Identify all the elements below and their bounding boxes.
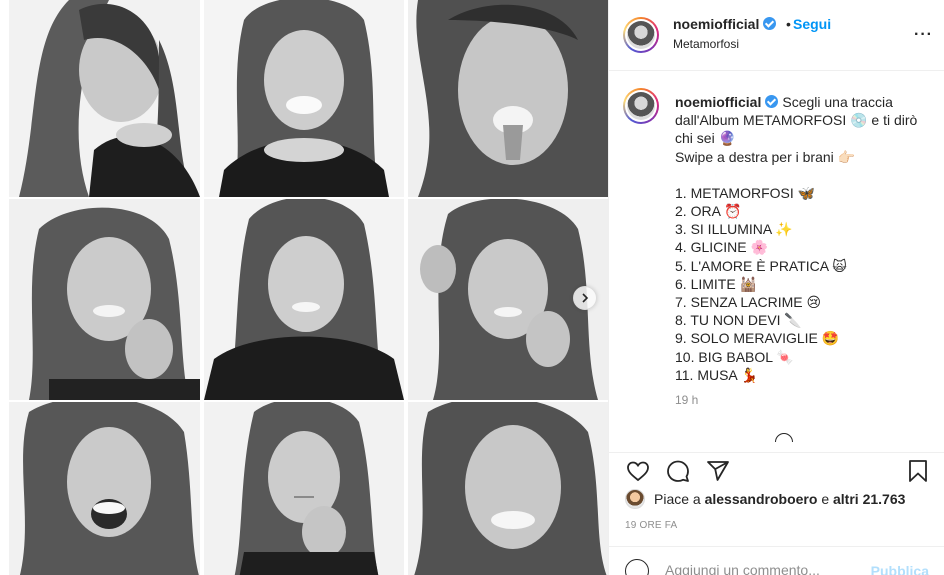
caption-line-2: Swipe a destra per i brani 👉🏻 <box>675 148 856 165</box>
load-more-icon[interactable] <box>775 433 793 442</box>
share-icon <box>707 461 729 481</box>
likes-prefix: Piace a <box>654 491 701 507</box>
track-item: 1. METAMORFOSI 🦋 <box>675 184 816 201</box>
track-item: 2. ORA ⏰ <box>675 203 742 220</box>
avatar[interactable] <box>623 17 659 53</box>
collage-photo <box>204 199 404 400</box>
like-button[interactable] <box>625 458 651 484</box>
liker-username[interactable]: alessandroboero <box>705 491 818 507</box>
comment-input[interactable] <box>665 562 865 575</box>
collage-photo <box>9 402 200 575</box>
verified-badge-icon <box>765 95 779 108</box>
post-media[interactable] <box>0 0 608 575</box>
track-item: 6. LIMITE 🕍 <box>675 275 758 292</box>
likes-others-link[interactable]: altri 21.763 <box>833 491 905 507</box>
post-date[interactable]: 19 ORE FA <box>625 520 677 531</box>
action-bar <box>609 452 944 484</box>
post-caption: noemiofficial Scegli una traccia dall'Alb… <box>675 93 925 384</box>
save-button[interactable] <box>905 458 931 484</box>
caption-time: 19 h <box>675 393 699 407</box>
comments-area: noemiofficial Scegli una traccia dall'Alb… <box>609 72 944 442</box>
share-button[interactable] <box>705 458 731 484</box>
heart-icon <box>627 461 649 482</box>
likes-summary: Piace a alessandroboero e altri 21.763 <box>625 488 905 510</box>
track-item: 3. SI ILLUMINA ✨ <box>675 221 793 238</box>
collage-photo <box>204 402 404 575</box>
comment-icon <box>667 460 689 482</box>
post-sidebar: noemiofficial • Segui Metamorfosi ··· no… <box>608 0 944 575</box>
collage-photo <box>204 0 404 197</box>
add-comment-bar: Pubblica <box>609 546 944 575</box>
track-item: 5. L'AMORE È PRATICA 🙀 <box>675 257 847 274</box>
track-item: 9. SOLO MERAVIGLIE 🤩 <box>675 330 840 347</box>
bookmark-icon <box>909 460 927 482</box>
header-username[interactable]: noemiofficial <box>673 16 777 32</box>
liker-avatar[interactable] <box>625 489 645 509</box>
caption-avatar[interactable] <box>623 88 659 124</box>
track-item: 4. GLICINE 🌸 <box>675 239 768 256</box>
track-item: 7. SENZA LACRIME 😢 <box>675 294 822 311</box>
header-subtitle[interactable]: Metamorfosi <box>673 37 739 51</box>
chevron-right-icon <box>582 293 589 303</box>
verified-badge-icon <box>763 17 777 30</box>
header-separator: • <box>786 16 791 32</box>
publish-button[interactable]: Pubblica <box>871 563 929 575</box>
collage-photo <box>9 199 200 400</box>
track-list: 1. METAMORFOSI 🦋 2. ORA ⏰ 3. SI ILLUMINA ✨… <box>675 184 925 384</box>
collage-photo <box>408 402 608 575</box>
more-options-button[interactable]: ··· <box>914 26 933 44</box>
track-item: 10. BIG BABOL 🍬 <box>675 348 794 365</box>
instagram-post: noemiofficial • Segui Metamorfosi ··· no… <box>0 0 944 575</box>
collage-photo <box>9 0 200 197</box>
track-item: 11. MUSA 💃 <box>675 366 759 383</box>
comment-button[interactable] <box>665 458 691 484</box>
caption-username[interactable]: noemiofficial <box>675 94 761 110</box>
track-item: 8. TU NON DEVI 🔪 <box>675 312 802 329</box>
next-slide-button[interactable] <box>573 286 597 310</box>
likes-middle: e <box>821 491 830 507</box>
post-header: noemiofficial • Segui Metamorfosi ··· <box>609 0 944 71</box>
follow-button[interactable]: Segui <box>793 16 831 32</box>
emoji-icon[interactable] <box>625 559 649 575</box>
photo-collage <box>9 0 608 575</box>
collage-photo <box>408 0 608 197</box>
